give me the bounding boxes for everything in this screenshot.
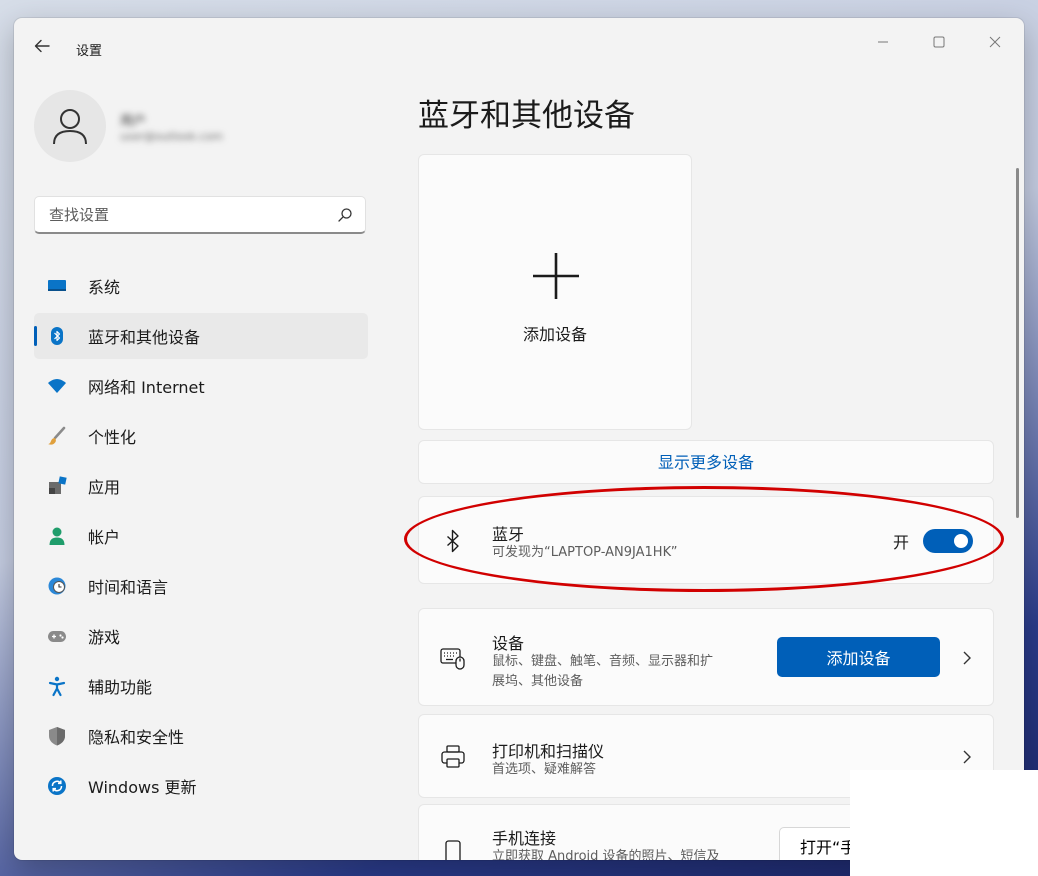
devices-subtitle-line2: 展坞、其他设备 [492, 674, 584, 689]
bluetooth-subtitle: 可发现为“LAPTOP-AN9JA1HK” [492, 545, 678, 560]
account-icon [49, 527, 65, 545]
phone-link-title: 手机连接 [492, 829, 557, 848]
search-input[interactable] [47, 197, 321, 233]
user-email: user@outlook.com [120, 130, 223, 143]
clock-globe-icon [48, 577, 66, 595]
sidebar-item-label: 蓝牙和其他设备 [88, 328, 201, 347]
toggle-knob [954, 534, 968, 548]
bluetooth-icon [51, 327, 63, 345]
sidebar-item-time-language[interactable]: 时间和语言 [34, 563, 368, 609]
brush-icon [48, 426, 66, 445]
devices-title: 设备 [492, 634, 525, 653]
printer-icon [441, 745, 465, 768]
sidebar-item-label: 网络和 Internet [88, 378, 205, 397]
sidebar-item-label: 辅助功能 [88, 678, 153, 697]
sidebar-item-windows-update[interactable]: Windows 更新 [34, 763, 368, 809]
sidebar-item-privacy[interactable]: 隐私和安全性 [34, 713, 368, 759]
settings-window: 设置 用户 user@outlook.com 系统 蓝牙和其他设备 网络和 In… [14, 18, 1024, 860]
user-name: 用户 [120, 114, 147, 129]
search-box[interactable] [34, 196, 366, 234]
sidebar-item-label: 系统 [88, 278, 121, 297]
add-device-tile-label: 添加设备 [522, 325, 587, 344]
sidebar-item-accessibility[interactable]: 辅助功能 [34, 663, 368, 709]
minimize-button[interactable] [860, 26, 906, 58]
sidebar-item-label: 帐户 [88, 528, 121, 547]
close-icon [989, 36, 1001, 48]
keyboard-mouse-icon [440, 648, 465, 670]
sidebar-item-label: 应用 [88, 478, 121, 497]
close-button[interactable] [972, 26, 1018, 58]
screenshot-crop-area [850, 770, 1038, 876]
sidebar-item-apps[interactable]: 应用 [34, 463, 368, 509]
sidebar-item-label: 游戏 [88, 628, 121, 647]
page-title: 蓝牙和其他设备 [418, 98, 635, 134]
printers-title: 打印机和扫描仪 [492, 742, 605, 761]
printers-subtitle: 首选项、疑难解答 [492, 762, 597, 777]
chevron-right-icon[interactable] [961, 650, 973, 666]
bluetooth-toggle[interactable] [923, 529, 973, 553]
gamepad-icon [48, 631, 66, 642]
sidebar-item-system[interactable]: 系统 [34, 263, 368, 309]
sidebar-item-bluetooth[interactable]: 蓝牙和其他设备 [34, 313, 368, 359]
bluetooth-toggle-label: 开 [892, 533, 909, 552]
add-device-tile[interactable]: 添加设备 [418, 154, 692, 430]
sidebar-item-personalization[interactable]: 个性化 [34, 413, 368, 459]
sidebar-item-accounts[interactable]: 帐户 [34, 513, 368, 559]
bluetooth-icon [447, 529, 459, 553]
avatar[interactable] [34, 90, 106, 162]
devices-subtitle-line1: 鼠标、键盘、触笔、音频、显示器和扩 [492, 654, 714, 669]
back-button[interactable] [32, 36, 52, 56]
app-title: 设置 [76, 44, 103, 59]
sidebar-item-label: 隐私和安全性 [88, 728, 185, 747]
bluetooth-title: 蓝牙 [492, 525, 525, 544]
bluetooth-card: 蓝牙 可发现为“LAPTOP-AN9JA1HK” 开 [418, 496, 994, 584]
devices-card[interactable]: 设备 鼠标、键盘、触笔、音频、显示器和扩 展坞、其他设备 添加设备 [418, 608, 994, 706]
phone-link-subtitle: 立即获取 Android 设备的照片、短信及 [492, 849, 720, 860]
title-bar: 设置 [14, 18, 1024, 64]
wifi-icon [48, 379, 66, 393]
sidebar-item-label: Windows 更新 [88, 778, 197, 797]
accessibility-icon [48, 676, 66, 697]
show-more-devices-link[interactable]: 显示更多设备 [418, 440, 994, 484]
maximize-icon [933, 36, 945, 48]
add-device-button[interactable]: 添加设备 [777, 637, 940, 677]
maximize-button[interactable] [916, 26, 962, 58]
sidebar-nav: 系统 蓝牙和其他设备 网络和 Internet 个性化 应用 帐户 时间和语言 [34, 263, 368, 813]
system-icon [48, 280, 66, 291]
chevron-right-icon[interactable] [961, 749, 973, 765]
shield-icon [49, 727, 65, 746]
apps-icon [49, 476, 67, 494]
update-icon [48, 777, 66, 795]
sidebar-item-gaming[interactable]: 游戏 [34, 613, 368, 659]
phone-icon [445, 840, 461, 860]
search-icon[interactable] [337, 207, 353, 223]
minimize-icon [878, 41, 888, 43]
person-icon [53, 109, 87, 145]
sidebar-item-label: 个性化 [88, 428, 137, 447]
arrow-left-icon [34, 39, 50, 53]
sidebar-item-network[interactable]: 网络和 Internet [34, 363, 368, 409]
scrollbar[interactable] [1016, 168, 1019, 518]
plus-icon [533, 253, 579, 299]
sidebar-item-label: 时间和语言 [88, 578, 169, 597]
